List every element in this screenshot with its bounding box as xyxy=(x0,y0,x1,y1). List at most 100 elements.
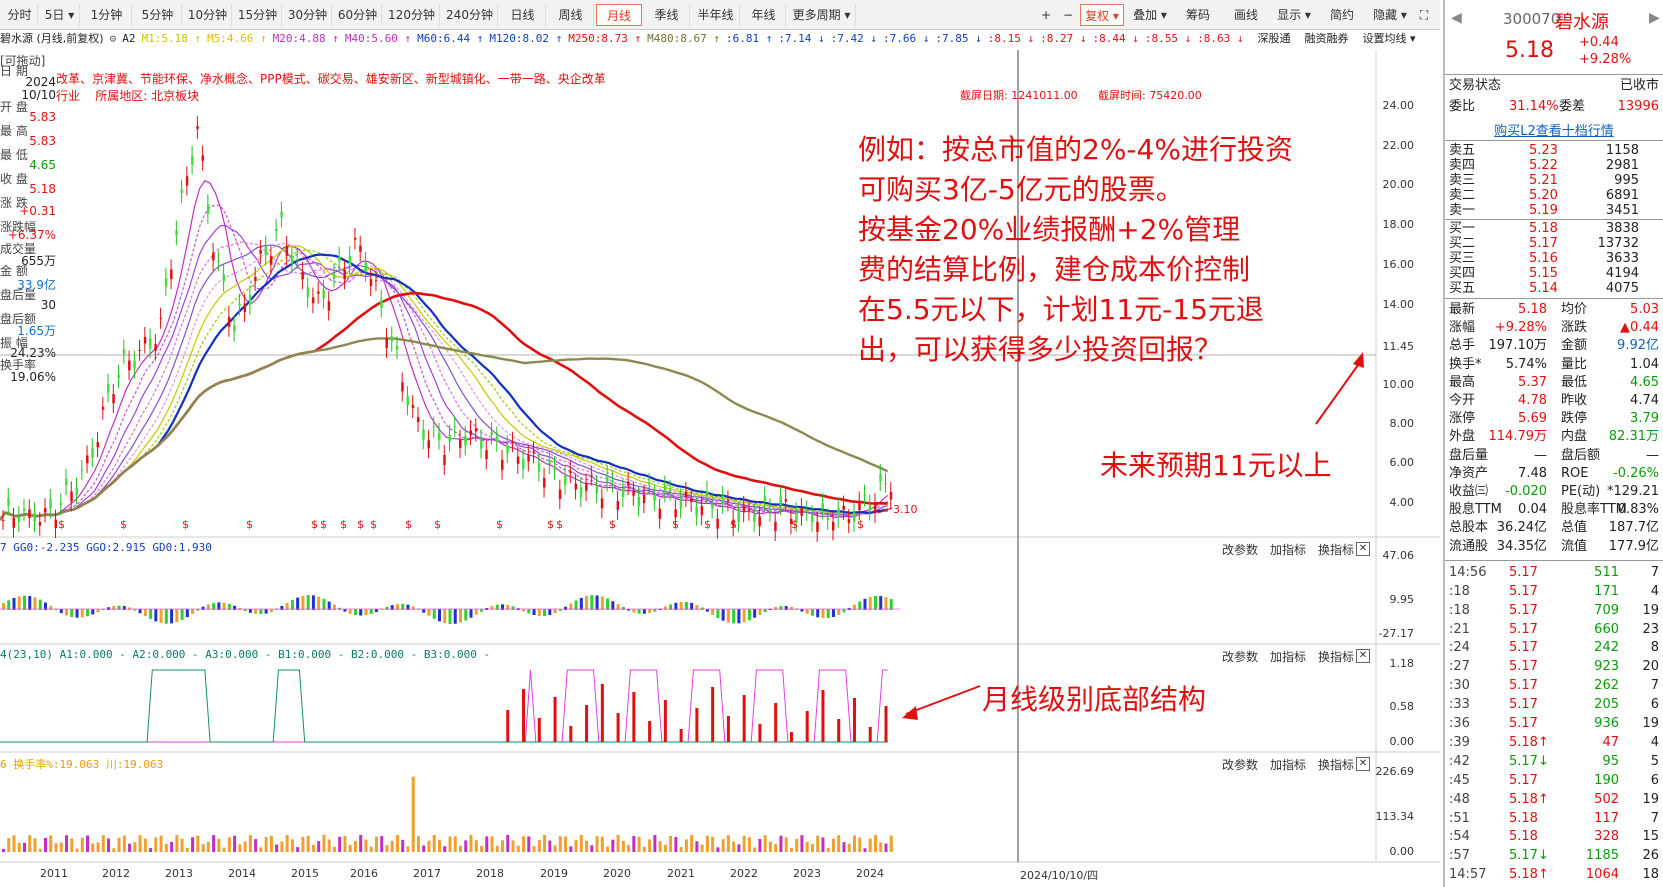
stat-row: 总手 197.10万 金额 9.92亿 xyxy=(1449,338,1659,354)
osc-bar xyxy=(506,604,510,610)
candle-body xyxy=(107,383,110,393)
osc-bar xyxy=(585,596,589,610)
toolbar-btn-0[interactable]: + xyxy=(1036,4,1056,26)
volume-bar xyxy=(632,836,636,852)
volume-bar xyxy=(648,839,652,852)
period-11[interactable]: 周线 xyxy=(548,4,594,26)
panel-btn-2-1[interactable]: 加指标 xyxy=(1270,756,1306,773)
panel-btn-1-1[interactable]: 加指标 xyxy=(1270,648,1306,665)
period-15[interactable]: 年线 xyxy=(742,4,786,26)
period-3[interactable]: 5分钟 xyxy=(134,4,182,26)
osc-bar xyxy=(532,609,536,616)
volume-bar xyxy=(658,841,662,852)
osc-bar xyxy=(275,608,279,610)
gear-icon[interactable]: ⚙ xyxy=(110,32,117,45)
period-16[interactable]: 更多周期 ▾ xyxy=(788,4,856,26)
info-value: 33.9亿 xyxy=(17,278,56,292)
volume-bar xyxy=(600,836,604,852)
panel-btn-2-2[interactable]: 换指标 xyxy=(1318,756,1354,773)
panel-btn-0-1[interactable]: 加指标 xyxy=(1270,541,1306,558)
toolbar-btn-1[interactable]: − xyxy=(1058,4,1078,26)
info-value: 19.06% xyxy=(10,370,56,384)
candle-body xyxy=(23,508,26,511)
candle-body xyxy=(264,246,268,256)
toolbar-btn-6[interactable]: 显示 ▾ xyxy=(1272,4,1316,26)
volume-bar xyxy=(611,839,615,852)
header-link-2[interactable]: 设置均线 ▾ xyxy=(1363,32,1416,45)
toolbar-btn-7[interactable]: 简约 xyxy=(1320,4,1364,26)
osc-bar xyxy=(564,606,568,610)
period-2[interactable]: 1分钟 xyxy=(82,4,132,26)
period-8[interactable]: 120分钟 xyxy=(384,4,440,26)
next-stock-icon[interactable]: ▶ xyxy=(1649,10,1660,26)
tick-row: :18 5.17 171 4 xyxy=(1449,583,1659,599)
candle-body xyxy=(858,501,861,511)
toolbar-btn-3[interactable]: 叠加 ▾ xyxy=(1128,4,1172,26)
panel-btn-0-2[interactable]: 换指标 xyxy=(1318,541,1354,558)
bid-row: 买二 5.17 13732 xyxy=(1449,236,1639,251)
candle-body xyxy=(763,496,767,501)
header-link-1[interactable]: 融资融券 xyxy=(1305,32,1349,45)
stat-row: 总股本 36.24亿 总值 187.7亿 xyxy=(1449,520,1659,536)
osc-bar xyxy=(800,609,804,612)
period-1[interactable]: 5日 ▾ xyxy=(40,4,80,26)
ma-line xyxy=(0,224,888,521)
osc-bar xyxy=(2,603,5,610)
volume-bar xyxy=(574,839,578,852)
screenshot-date: 截屏日期: 1241011.00 xyxy=(960,89,1078,102)
period-10[interactable]: 日线 xyxy=(500,4,546,26)
l2-link[interactable]: 购买L2查看十档行情 xyxy=(1445,120,1663,139)
toolbar-btn-2[interactable]: 复权 ▾ xyxy=(1080,4,1124,26)
candle-body xyxy=(711,503,714,509)
volume-bar xyxy=(684,839,688,852)
osc-bar xyxy=(863,598,867,610)
volume-bar xyxy=(459,845,463,852)
volume-bar xyxy=(532,846,536,852)
expand-icon[interactable]: ⛶ xyxy=(1414,4,1434,26)
osc-bar xyxy=(574,600,578,610)
panel-btn-2-0[interactable]: 改参数 xyxy=(1222,756,1258,773)
panel-btn-0-0[interactable]: 改参数 xyxy=(1222,541,1258,558)
volume-bar xyxy=(243,841,247,852)
volume-bar xyxy=(390,840,394,852)
year-tick: 2024 xyxy=(856,867,884,880)
ask-row: 卖二 5.20 6891 xyxy=(1449,188,1639,203)
candle-body xyxy=(353,237,357,240)
long-ma-line xyxy=(0,291,888,521)
volume-bar xyxy=(254,839,258,852)
panel-btn-1-0[interactable]: 改参数 xyxy=(1222,648,1258,665)
period-4[interactable]: 10分钟 xyxy=(184,4,232,26)
candle-body xyxy=(7,498,10,506)
osc-bar xyxy=(164,609,168,624)
period-5[interactable]: 15分钟 xyxy=(234,4,282,26)
period-14[interactable]: 半年线 xyxy=(692,4,740,26)
toolbar-btn-5[interactable]: 画线 xyxy=(1224,4,1268,26)
signal-bar xyxy=(569,726,573,742)
prev-stock-icon[interactable]: ◀ xyxy=(1451,10,1462,26)
toolbar-btn-8[interactable]: 隐藏 ▾ xyxy=(1368,4,1412,26)
osc-bar xyxy=(138,609,142,614)
candle-body xyxy=(206,204,210,214)
period-6[interactable]: 30分钟 xyxy=(284,4,332,26)
period-13[interactable]: 季线 xyxy=(644,4,690,26)
osc-bar xyxy=(128,607,132,610)
osc-bar xyxy=(606,598,610,610)
period-7[interactable]: 60分钟 xyxy=(334,4,382,26)
ask-row: 卖四 5.22 2981 xyxy=(1449,158,1639,173)
volume-bar xyxy=(201,844,205,852)
volume-bar xyxy=(774,844,778,852)
period-9[interactable]: 240分钟 xyxy=(442,4,498,26)
osc-bar xyxy=(96,609,100,613)
header-link-0[interactable]: 深股通 xyxy=(1258,32,1291,45)
volume-bar xyxy=(816,835,820,852)
panel-btn-1-2[interactable]: 换指标 xyxy=(1318,648,1354,665)
period-0[interactable]: 分时 xyxy=(2,4,38,26)
info-value: 4.65 xyxy=(29,158,56,172)
osc-bar xyxy=(254,609,258,614)
price-tick: 16.00 xyxy=(1382,258,1415,271)
period-12[interactable]: 月线 xyxy=(596,4,642,26)
candle-body xyxy=(616,501,620,510)
volume-bar xyxy=(805,841,809,852)
toolbar-btn-4[interactable]: 筹码 xyxy=(1176,4,1220,26)
candle-body xyxy=(789,518,793,525)
